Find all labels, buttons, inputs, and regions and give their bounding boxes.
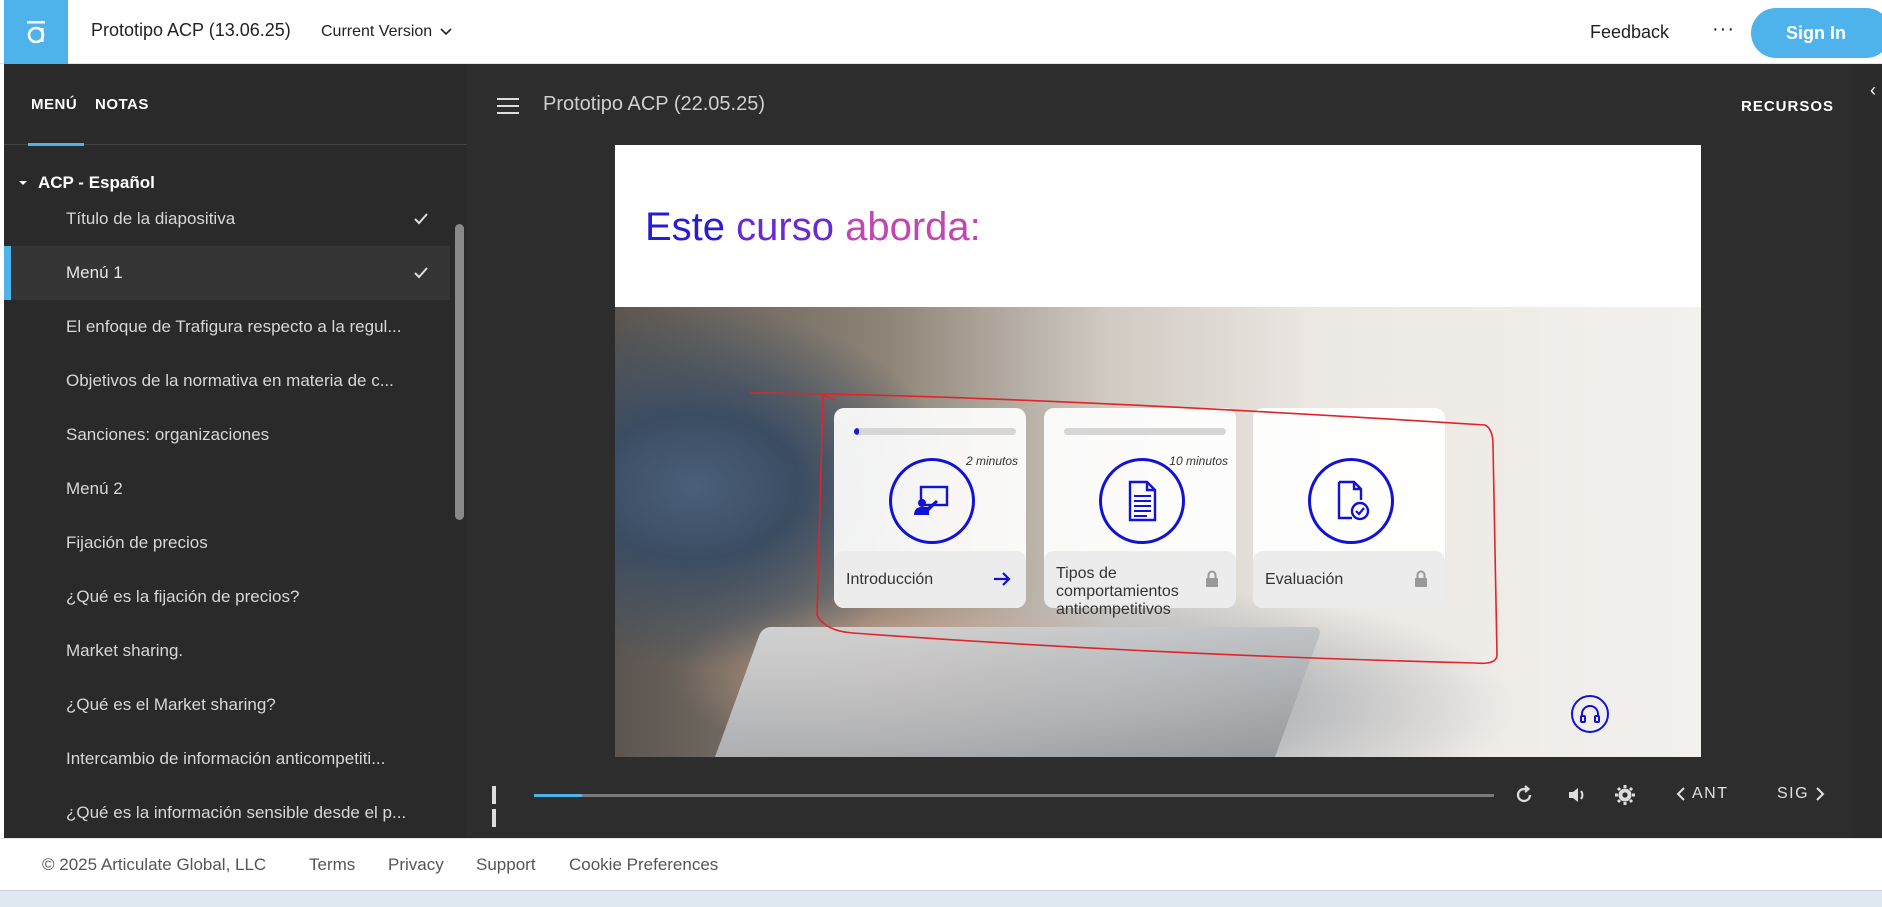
menu-item-label: Título de la diapositiva [66,209,236,228]
menu-item-label: Objetivos de la normativa en materia de … [66,371,394,390]
menu-item[interactable]: Market sharing. [4,624,450,678]
module-card-introduccion[interactable]: 2 minutos Introducción [834,408,1026,608]
menu-item-label: Intercambio de información anticompetiti… [66,749,386,768]
menu-item[interactable]: Fijación de precios [4,516,450,570]
module-card-tipos[interactable]: 10 minutos Tipos de comportamientos anti… [1044,408,1236,618]
replay-icon[interactable] [1513,784,1535,806]
module-progress-bar [1064,428,1226,435]
menu-item-label: ¿Qué es la fijación de precios? [66,587,300,606]
menu-item[interactable]: Título de la diapositiva [4,192,450,246]
menu-item[interactable]: ¿Qué es la fijación de precios? [4,570,450,624]
sign-in-button[interactable]: Sign In [1751,8,1882,58]
sidebar: MENÚ NOTAS ACP - Español Título de la di… [4,64,467,838]
next-label: SIG [1777,785,1810,802]
menu-item[interactable]: Menú 2 [4,462,450,516]
menu-item[interactable]: Sanciones: organizaciones [4,408,450,462]
menu-item-label: Fijación de precios [66,533,208,552]
menu-item-label: Sanciones: organizaciones [66,425,270,444]
presentation-icon[interactable] [889,458,975,544]
previous-button[interactable]: ANT [1676,785,1729,803]
menu-item-label: ¿Qué es el Market sharing? [66,695,276,714]
menu-item[interactable]: ¿Qué es el Market sharing? [4,678,450,732]
menu-item-label: Market sharing. [66,641,184,660]
chevron-down-icon [440,28,452,36]
more-options-icon[interactable]: ··· [1712,18,1735,41]
heading-word: curso [736,205,834,249]
module-card-evaluacion[interactable]: Evaluación [1253,408,1445,608]
feedback-link[interactable]: Feedback [1590,22,1669,43]
os-taskbar [0,890,1882,907]
laptop-image [707,627,1323,757]
check-icon [414,213,428,225]
check-icon [414,267,428,279]
document-icon[interactable] [1099,458,1185,544]
seek-bar[interactable] [534,794,1494,797]
slide: Este curso aborda: 2 minutos Introducció… [615,145,1701,757]
footer: © 2025 Articulate Global, LLC Terms Priv… [0,838,1882,890]
player-controls: ANT SIG [467,764,1853,838]
chevron-right-icon [1816,787,1825,801]
articulate-logo[interactable] [4,0,68,64]
top-bar: Prototipo ACP (13.06.25) Current Version… [0,0,1882,64]
module-title: Introducción [846,571,934,588]
module-progress-bar [854,428,1016,435]
terms-link[interactable]: Terms [309,855,355,875]
version-label: Current Version [321,23,433,40]
heading-word: aborda: [845,205,981,249]
headphones-icon[interactable] [1571,695,1609,733]
tab-menu[interactable]: MENÚ [31,96,77,113]
chevron-left-icon [1676,787,1685,801]
heading-word: Este [645,205,726,249]
section-title: ACP - Español [38,173,155,192]
privacy-link[interactable]: Privacy [388,855,444,875]
menu-item-label: El enfoque de Trafigura respecto a la re… [66,317,402,336]
next-button[interactable]: SIG [1777,785,1825,803]
menu-item-active[interactable]: Menú 1 [4,246,450,300]
module-card-footer: Evaluación [1253,551,1445,608]
articulate-logo-icon [27,21,45,44]
player-title: Prototipo ACP (22.05.25) [543,93,765,115]
menu-item-label: ¿Qué es la información sensible desde el… [66,803,407,822]
settings-gear-icon[interactable] [1614,784,1636,806]
slide-heading: Este curso aborda: [645,205,981,250]
module-duration: 10 minutos [1169,454,1228,468]
app-title: Prototipo ACP (13.06.25) [91,20,291,40]
menu-list: Título de la diapositiva Menú 1 El enfoq… [4,192,450,838]
menu-item-label: Menú 2 [66,479,123,498]
collapse-arrow-icon[interactable]: ‹ [1870,80,1876,101]
module-title: Evaluación [1265,571,1344,588]
active-tab-indicator [28,143,84,146]
evaluation-file-check-icon[interactable] [1308,458,1394,544]
sidebar-scrollbar[interactable] [455,224,464,520]
module-card-footer: Introducción [834,551,1026,608]
right-panel-edge [1853,64,1882,838]
lock-icon [1415,570,1427,587]
tab-notas[interactable]: NOTAS [95,96,149,113]
section-toggle[interactable]: ACP - Español [18,173,155,193]
support-link[interactable]: Support [476,855,536,875]
volume-icon[interactable] [1566,784,1588,806]
version-dropdown[interactable]: Current Version [321,23,452,41]
arrow-right-icon[interactable] [992,569,1012,589]
hamburger-menu-icon[interactable] [497,98,519,114]
player: Prototipo ACP (22.05.25) RECURSOS Este c… [467,64,1853,838]
cookie-preferences-link[interactable]: Cookie Preferences [569,855,718,875]
menu-item[interactable]: Objetivos de la normativa en materia de … [4,354,450,408]
module-duration: 2 minutos [965,454,1018,468]
menu-item[interactable]: El enfoque de Trafigura respecto a la re… [4,300,450,354]
module-card-footer: Tipos de comportamientos anticompetitivo… [1044,551,1236,618]
previous-label: ANT [1692,785,1729,802]
menu-item[interactable]: ¿Qué es la información sensible desde el… [4,786,450,838]
copyright: © 2025 Articulate Global, LLC [42,855,267,874]
pause-icon[interactable] [492,786,506,827]
sidebar-tabs: MENÚ NOTAS [4,64,467,146]
lock-icon [1206,570,1218,587]
resources-button[interactable]: RECURSOS [1741,98,1834,115]
menu-item-label: Menú 1 [66,263,123,282]
caret-down-icon [19,181,27,185]
menu-item[interactable]: Intercambio de información anticompetiti… [4,732,450,786]
slide-header: Este curso aborda: [615,145,1701,307]
